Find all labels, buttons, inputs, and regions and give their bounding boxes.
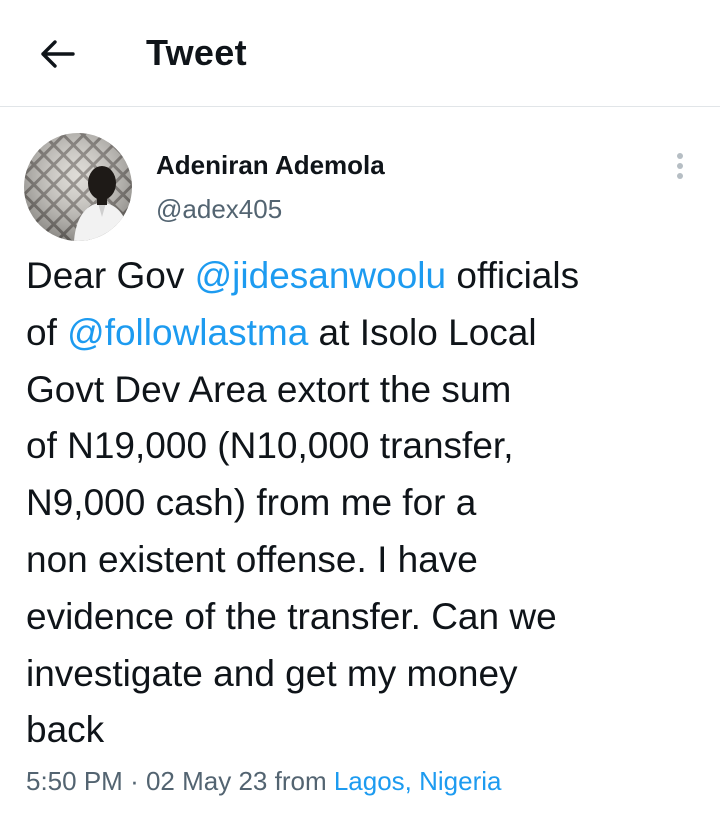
meta-separator: · bbox=[130, 766, 139, 796]
more-options-button[interactable] bbox=[666, 148, 694, 184]
author-name[interactable]: Adeniran Ademola bbox=[156, 150, 385, 181]
page-title: Tweet bbox=[146, 32, 247, 73]
back-button[interactable] bbox=[36, 34, 78, 74]
vertical-ellipsis-icon bbox=[677, 153, 683, 179]
mention-link[interactable]: @jidesanwoolu bbox=[195, 255, 446, 296]
tweet-text-line: evidence of the transfer. Can we bbox=[26, 595, 557, 637]
author-handle[interactable]: @adex405 bbox=[156, 194, 282, 225]
top-bar: Tweet bbox=[0, 0, 720, 107]
arrow-left-icon bbox=[41, 40, 75, 68]
tweet-date[interactable]: 02 May 23 bbox=[146, 766, 267, 796]
tweet-text-line: investigate and get my money bbox=[26, 652, 518, 694]
text-segment: at Isolo Local bbox=[308, 311, 537, 353]
tweet-text-line: back bbox=[26, 709, 105, 751]
tweet-time[interactable]: 5:50 PM bbox=[26, 766, 123, 796]
tweet-text: Dear Gov @jidesanwoolu officials of @fol… bbox=[26, 248, 706, 759]
tweet-text-line: of N19,000 (N10,000 transfer, bbox=[26, 425, 514, 467]
tweet-text-line: Govt Dev Area extort the sum bbox=[26, 368, 512, 410]
text-segment: of bbox=[26, 311, 68, 353]
tweet-text-line: of @followlastma at Isolo Local bbox=[26, 305, 706, 362]
tweet-text-line: Dear Gov @jidesanwoolu officials bbox=[26, 248, 706, 305]
text-segment: officials bbox=[446, 255, 580, 296]
tweet-text-line: N9,000 cash) from me for a bbox=[26, 482, 477, 524]
tweet-metadata: 5:50 PM · 02 May 23 from Lagos, Nigeria bbox=[26, 766, 502, 797]
text-segment: Dear Gov bbox=[26, 255, 195, 296]
user-photo-avatar bbox=[24, 133, 132, 241]
from-label: from bbox=[274, 766, 327, 796]
tweet-text-line: non existent offense. I have bbox=[26, 538, 478, 580]
avatar[interactable] bbox=[24, 133, 132, 241]
location-link[interactable]: Lagos, Nigeria bbox=[334, 766, 502, 796]
mention-link[interactable]: @followlastma bbox=[67, 312, 308, 353]
